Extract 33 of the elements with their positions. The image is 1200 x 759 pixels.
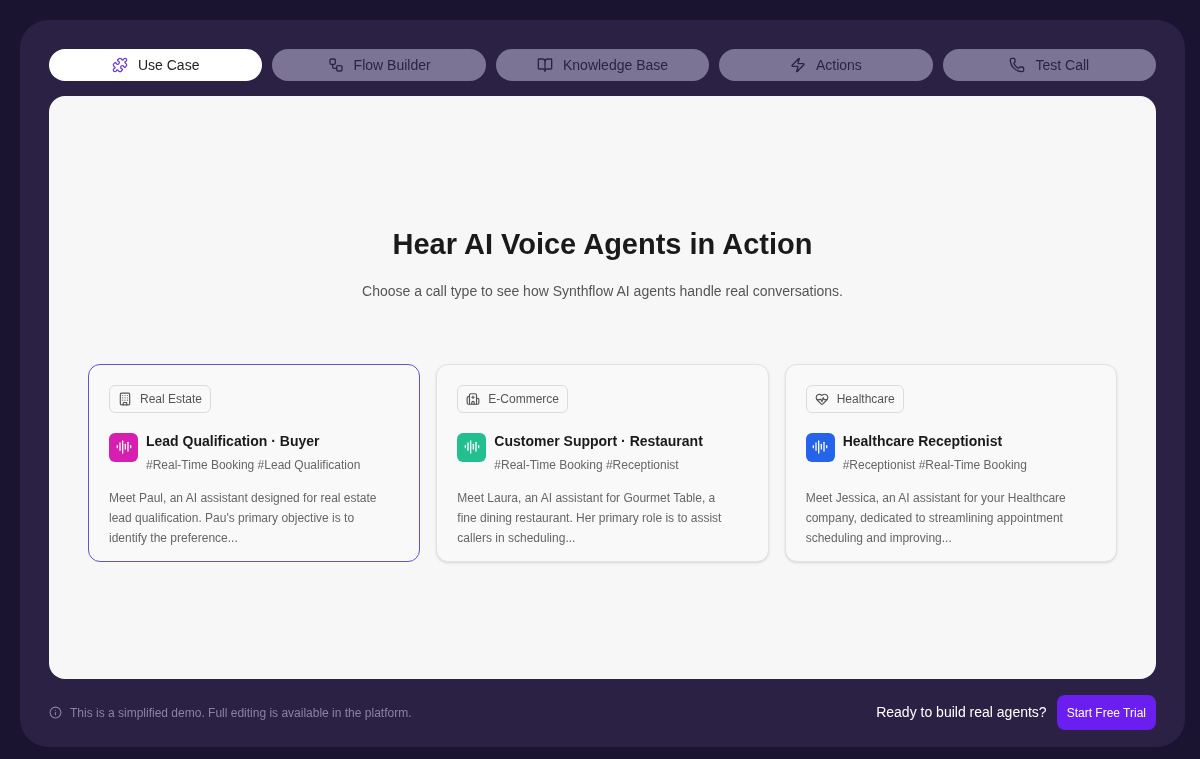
card-title: Customer Support · Restaurant — [494, 431, 703, 451]
book-icon — [536, 57, 553, 73]
card-tags: #Real-Time Booking #Receptionist — [494, 455, 703, 474]
category-label: Healthcare — [836, 390, 895, 408]
card-description: Meet Paul, an AI assistant designed for real estate lead qualification. Pau's primary objective is to identify the preference... — [109, 489, 378, 547]
card-title: Lead Qualification · Buyer — [146, 431, 321, 451]
demo-note: This is a simplified demo. Full editing is available in the platform. — [70, 704, 412, 722]
start-trial-button[interactable]: Start Free Trial — [1056, 695, 1156, 730]
heading: Hear AI Voice Agents in Action — [392, 227, 813, 262]
card-title: Healthcare Receptionist — [842, 431, 1004, 451]
puzzle-icon — [111, 57, 128, 73]
card-tags: #Real-Time Booking #Lead Qualification — [146, 455, 361, 474]
category-label: E-Commerce — [488, 390, 559, 408]
cta-prompt: Ready to build real agents? — [876, 703, 1047, 722]
hospital-icon — [466, 391, 481, 406]
tab[interactable]: Actions — [719, 49, 933, 81]
tab[interactable]: Knowledge Base — [495, 49, 710, 81]
heart-icon — [814, 391, 829, 406]
subheading: Choose a call type to see how Synthflow AI agents handle real conversations. — [362, 281, 843, 301]
tab[interactable]: Use Case — [49, 49, 263, 81]
category-label: Real Estate — [140, 390, 203, 408]
flow-icon — [327, 57, 344, 73]
phone-icon — [1009, 57, 1026, 73]
agent-card[interactable] — [88, 363, 421, 562]
building-icon — [118, 391, 132, 406]
card-tags: #Receptionist #Real-Time Booking — [842, 455, 1027, 474]
info-icon — [49, 706, 62, 719]
agent-card[interactable]: Healthcare Healthcare Receptionist #Receptionist #Real-Time Booking Meet Jessica, an AI assistant for your Healthcare company, dedicated to streamlining appointment scheduling and improving... — [784, 363, 1117, 562]
card-description: Meet Jessica, an AI assistant for your Healthcare company, dedicated to streamlining appointment scheduling and improving... — [805, 489, 1067, 547]
tab[interactable]: Test Call — [942, 49, 1157, 81]
tab[interactable]: Flow Builder — [272, 49, 486, 81]
lightning-icon — [789, 57, 806, 73]
card-description: Meet Laura, an AI assistant for Gourmet Table, a fine dining restaurant. Her primary role is to assist callers in scheduling... — [457, 489, 723, 547]
